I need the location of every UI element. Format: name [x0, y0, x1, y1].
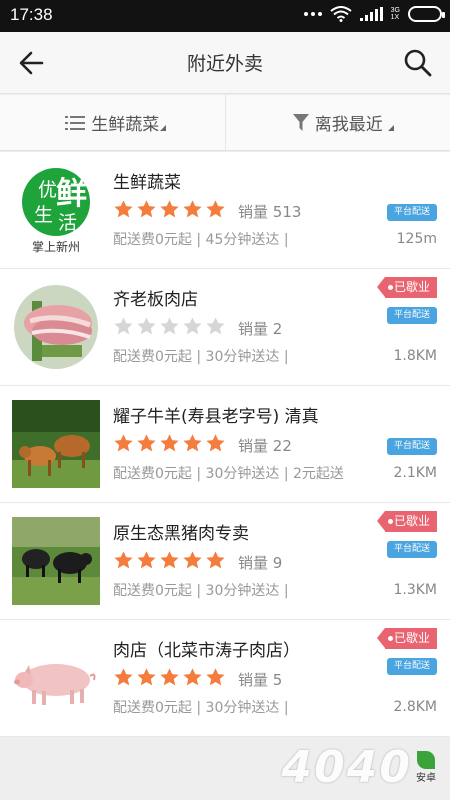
- star-icon: [183, 317, 202, 335]
- delivery-info: 配送费0元起 | 30分钟送达 |: [113, 583, 289, 599]
- watermark: 4040 安卓: [282, 742, 436, 793]
- sort-filter-label: 离我最近: [314, 115, 383, 135]
- store-distance: 2.8KM: [393, 699, 437, 715]
- svg-text:鲜: 鲜: [56, 176, 87, 212]
- star-icon: [137, 668, 156, 686]
- store-name: 耀子牛羊(寿县老字号) 清真: [113, 407, 319, 427]
- star-icon: [183, 434, 202, 452]
- star-icon: [206, 434, 225, 452]
- store-logo: 优 鲜 生 活 掌上新州: [12, 166, 100, 254]
- wifi-icon: [330, 6, 352, 22]
- star-icon: [206, 551, 225, 569]
- category-filter-label: 生鲜蔬菜: [91, 115, 160, 135]
- star-icon: [114, 434, 133, 452]
- star-icon: [114, 317, 133, 335]
- star-icon: [183, 668, 202, 686]
- delivery-info: 配送费0元起 | 30分钟送达 | 2元起送: [113, 466, 344, 482]
- star-icon: [183, 551, 202, 569]
- category-filter[interactable]: 生鲜蔬菜: [0, 95, 225, 150]
- app-bar: 附近外卖: [0, 32, 450, 94]
- platform-delivery-badge: 平台配送: [387, 658, 437, 675]
- star-icon: [183, 200, 202, 218]
- platform-delivery-badge: 平台配送: [387, 307, 437, 324]
- rating-stars: [113, 199, 226, 220]
- watermark-site: 安卓: [416, 751, 436, 784]
- rating-stars: [113, 667, 226, 688]
- svg-text:生: 生: [34, 204, 53, 226]
- closed-badge: 已歇业: [377, 628, 437, 649]
- star-icon: [160, 317, 179, 335]
- store-distance: 125m: [396, 231, 437, 247]
- platform-delivery-badge: 平台配送: [387, 438, 437, 455]
- dropdown-corner-icon: [387, 125, 394, 131]
- delivery-info: 配送费0元起 | 30分钟送达 |: [113, 700, 289, 716]
- star-icon: [160, 434, 179, 452]
- status-icons: 3G 1X: [303, 6, 445, 22]
- svg-text:活: 活: [58, 212, 77, 234]
- more-dots-icon: [303, 12, 322, 16]
- rating-stars: [113, 433, 226, 454]
- store-name: 肉店（北菜市涛子肉店）: [113, 641, 300, 661]
- status-bar: 17:38 3G 1X: [0, 0, 450, 32]
- svg-text:掌上新州: 掌上新州: [32, 239, 80, 254]
- star-icon: [137, 551, 156, 569]
- store-item[interactable]: 耀子牛羊(寿县老字号) 清真 销量 22 配送费0元起 | 30分钟送达 | 2…: [0, 386, 450, 503]
- store-photo: [12, 283, 100, 371]
- svg-text:优: 优: [38, 179, 57, 201]
- search-icon[interactable]: [402, 46, 434, 80]
- star-icon: [206, 668, 225, 686]
- store-name: 原生态黑猪肉专卖: [113, 524, 249, 544]
- store-photo: [12, 517, 100, 605]
- store-photo: [12, 400, 100, 488]
- funnel-icon: [292, 113, 309, 132]
- store-name: 齐老板肉店: [113, 290, 198, 310]
- star-icon: [206, 200, 225, 218]
- store-photo: [12, 634, 100, 722]
- star-icon: [206, 317, 225, 335]
- status-time: 17:38: [10, 5, 53, 24]
- closed-badge: 已歇业: [377, 277, 437, 298]
- sales-count: 销量 22: [238, 437, 292, 455]
- star-icon: [114, 668, 133, 686]
- star-icon: [114, 200, 133, 218]
- sales-count: 销量 9: [238, 554, 283, 572]
- sales-count: 销量 2: [238, 320, 283, 338]
- store-item[interactable]: 原生态黑猪肉专卖 销量 9 配送费0元起 | 30分钟送达 | 已歇业 平台配送…: [0, 503, 450, 620]
- store-item[interactable]: 齐老板肉店 销量 2 配送费0元起 | 30分钟送达 | 已歇业 平台配送 1.…: [0, 269, 450, 386]
- store-distance: 1.8KM: [393, 348, 437, 364]
- store-item[interactable]: 肉店（北菜市涛子肉店） 销量 5 配送费0元起 | 30分钟送达 | 已歇业 平…: [0, 620, 450, 737]
- delivery-info: 配送费0元起 | 45分钟送达 |: [113, 232, 289, 248]
- signal-icon: [359, 7, 383, 21]
- dropdown-corner-icon: [160, 125, 166, 131]
- page-title: 附近外卖: [186, 53, 263, 75]
- platform-delivery-badge: 平台配送: [387, 541, 437, 558]
- rating-stars: [113, 550, 226, 571]
- star-icon: [137, 200, 156, 218]
- star-icon: [137, 434, 156, 452]
- sales-count: 销量 513: [238, 203, 302, 221]
- star-icon: [137, 317, 156, 335]
- star-icon: [160, 668, 179, 686]
- delivery-info: 配送费0元起 | 30分钟送达 |: [113, 349, 289, 365]
- list-icon: [65, 115, 86, 131]
- watermark-text: 4040: [281, 742, 412, 793]
- platform-delivery-badge: 平台配送: [387, 204, 437, 221]
- store-name: 生鲜蔬菜: [113, 173, 181, 193]
- star-icon: [114, 551, 133, 569]
- closed-badge: 已歇业: [377, 511, 437, 532]
- store-distance: 2.1KM: [393, 465, 437, 481]
- star-icon: [160, 551, 179, 569]
- store-distance: 1.3KM: [393, 582, 437, 598]
- battery-icon: [408, 6, 445, 22]
- store-item[interactable]: 优 鲜 生 活 掌上新州 生鲜蔬菜 销量 513 配送费0元起 | 45分钟送达…: [0, 152, 450, 269]
- rating-stars: [113, 316, 226, 337]
- sales-count: 销量 5: [238, 671, 283, 689]
- watermark-leaf-icon: [417, 751, 435, 769]
- filter-bar: 生鲜蔬菜 离我最近: [0, 95, 450, 151]
- sort-filter[interactable]: 离我最近: [224, 95, 450, 150]
- star-icon: [160, 200, 179, 218]
- store-list: 优 鲜 生 活 掌上新州 生鲜蔬菜 销量 513 配送费0元起 | 45分钟送达…: [0, 152, 450, 737]
- network-type: 3G 1X: [390, 7, 400, 21]
